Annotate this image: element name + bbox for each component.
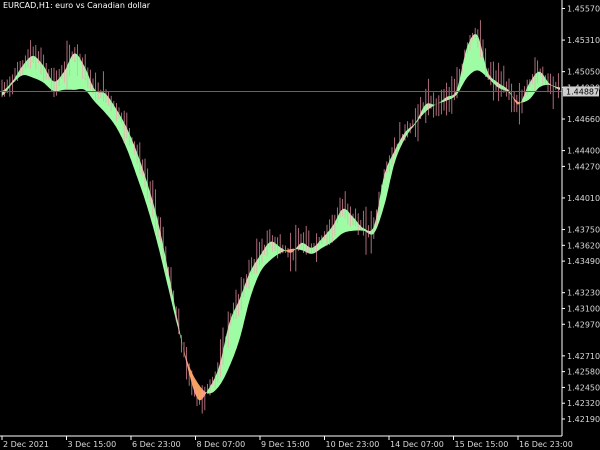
x-tick-label-5: 10 Dec 23:00 xyxy=(326,440,380,449)
chart-background xyxy=(0,0,600,450)
y-tick-label-7: 1.44010 xyxy=(567,194,600,203)
y-tick-label-9: 1.43620 xyxy=(567,241,600,250)
current-price-badge: 1.44887 xyxy=(563,86,599,97)
y-tick-label-15: 1.42580 xyxy=(567,368,600,377)
y-tick-label-2: 1.45050 xyxy=(567,68,600,77)
y-tick-label-0: 1.45570 xyxy=(567,5,600,14)
x-tick-label-0: 2 Dec 2021 xyxy=(3,440,49,449)
x-tick-label-8: 16 Dec 23:00 xyxy=(519,440,573,449)
y-tick-label-14: 1.42710 xyxy=(567,352,600,361)
x-tick-label-7: 15 Dec 15:00 xyxy=(455,440,509,449)
y-tick-label-13: 1.42970 xyxy=(567,320,600,329)
y-tick-label-18: 1.42190 xyxy=(567,415,600,424)
y-tick-label-17: 1.42320 xyxy=(567,399,600,408)
chart[interactable]: 1.455701.453101.450501.449201.446601.444… xyxy=(0,0,600,450)
y-tick-label-10: 1.43490 xyxy=(567,257,600,266)
chart-title: EURCAD,H1: euro vs Canadian dollar xyxy=(3,1,151,10)
y-tick-label-8: 1.43750 xyxy=(567,226,600,235)
x-tick-label-6: 14 Dec 07:00 xyxy=(390,440,444,449)
y-tick-label-4: 1.44660 xyxy=(567,115,600,124)
price-badge-label: 1.44887 xyxy=(566,87,599,96)
y-tick-label-5: 1.44400 xyxy=(567,147,600,156)
x-tick-label-2: 6 Dec 23:00 xyxy=(132,440,181,449)
x-tick-label-3: 8 Dec 07:00 xyxy=(197,440,246,449)
y-tick-label-16: 1.42450 xyxy=(567,383,600,392)
x-tick-label-4: 9 Dec 15:00 xyxy=(261,440,310,449)
y-tick-label-6: 1.44270 xyxy=(567,162,600,171)
y-tick-label-12: 1.43100 xyxy=(567,304,600,313)
y-tick-label-1: 1.45310 xyxy=(567,36,600,45)
chart-svg[interactable]: 1.455701.453101.450501.449201.446601.444… xyxy=(0,0,600,450)
x-tick-label-1: 3 Dec 15:00 xyxy=(68,440,117,449)
y-tick-label-11: 1.43230 xyxy=(567,289,600,298)
